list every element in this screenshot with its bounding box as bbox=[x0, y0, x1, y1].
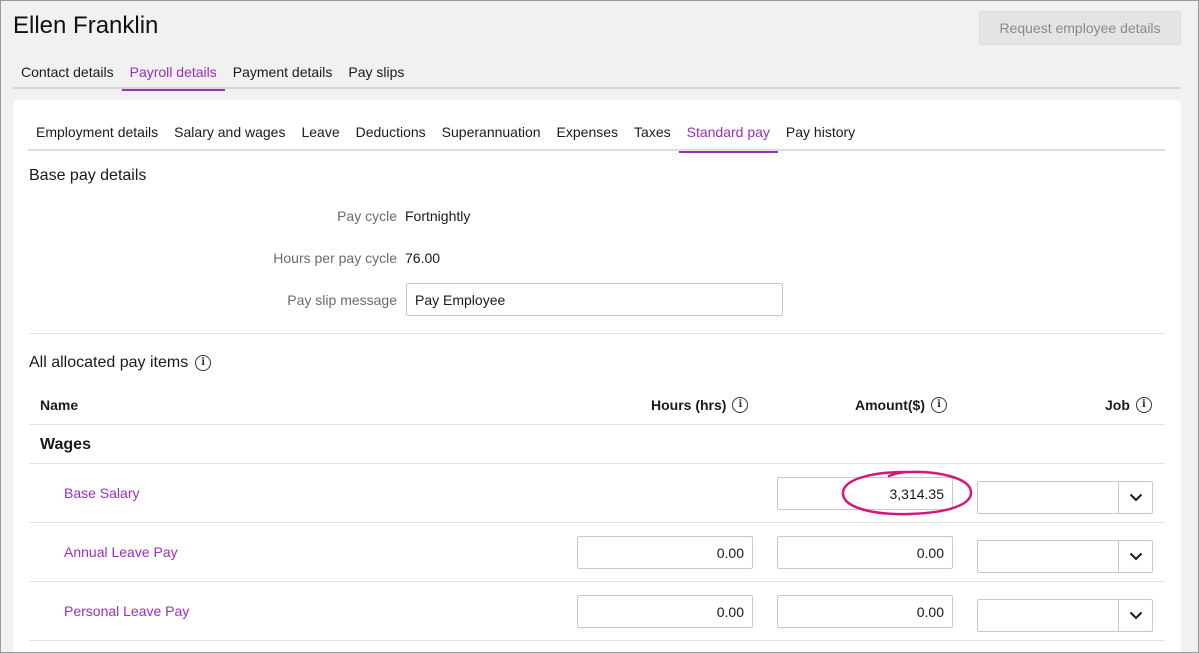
request-employee-details-button[interactable]: Request employee details bbox=[979, 11, 1181, 45]
tab-expenses[interactable]: Expenses bbox=[549, 116, 626, 151]
pay-item-annual-leave-pay[interactable]: Annual Leave Pay bbox=[64, 544, 178, 560]
info-icon[interactable]: i bbox=[1135, 397, 1152, 413]
info-icon[interactable]: i bbox=[931, 397, 947, 413]
column-name-label: Name bbox=[40, 397, 79, 413]
column-name: Name bbox=[40, 397, 78, 413]
pay-cycle-value: Fortnightly bbox=[405, 208, 471, 224]
hours-per-pay-cycle-label: Hours per pay cycle bbox=[273, 250, 397, 266]
column-job-label: Job bbox=[1105, 397, 1130, 413]
tab-superannuation[interactable]: Superannuation bbox=[434, 116, 549, 151]
row-divider bbox=[29, 522, 1165, 523]
tab-leave[interactable]: Leave bbox=[293, 116, 347, 151]
pay-item-personal-leave-pay[interactable]: Personal Leave Pay bbox=[64, 603, 189, 619]
chevron-down-icon[interactable] bbox=[1118, 482, 1152, 513]
tab-payment-details[interactable]: Payment details bbox=[225, 56, 341, 89]
pay-items-title-text: All allocated pay items bbox=[29, 354, 189, 371]
tab-contact-details[interactable]: Contact details bbox=[13, 56, 122, 89]
chevron-down-icon[interactable] bbox=[1118, 541, 1152, 572]
job-select-base-salary[interactable] bbox=[977, 481, 1153, 514]
table-header-divider bbox=[29, 424, 1165, 425]
pay-item-base-salary[interactable]: Base Salary bbox=[64, 485, 139, 501]
tab-payroll-details[interactable]: Payroll details bbox=[121, 56, 225, 91]
group-wages: Wages bbox=[40, 436, 91, 453]
amount-input-annual-leave-pay[interactable]: 0.00 bbox=[777, 536, 953, 569]
amount-input-base-salary[interactable]: 3,314.35 bbox=[777, 477, 953, 510]
tab-taxes[interactable]: Taxes bbox=[626, 116, 679, 151]
section-divider bbox=[29, 333, 1165, 334]
column-hours-label: Hours (hrs) bbox=[651, 397, 727, 413]
column-job: Job i bbox=[1105, 397, 1152, 413]
employee-name: Ellen Franklin bbox=[13, 12, 159, 39]
amount-input-personal-leave-pay[interactable]: 0.00 bbox=[777, 595, 953, 628]
payroll-sub-tabs: Employment details Salary and wages Leav… bbox=[28, 116, 1165, 153]
tab-deductions[interactable]: Deductions bbox=[348, 116, 434, 151]
row-divider bbox=[29, 640, 1165, 641]
tab-employment-details[interactable]: Employment details bbox=[28, 116, 166, 151]
info-icon[interactable]: i bbox=[195, 355, 212, 371]
tab-salary-and-wages[interactable]: Salary and wages bbox=[166, 116, 293, 151]
chevron-down-icon[interactable] bbox=[1118, 600, 1152, 631]
column-amount-label: Amount($) bbox=[855, 397, 925, 413]
pay-cycle-label: Pay cycle bbox=[337, 208, 397, 224]
pay-slip-message-label: Pay slip message bbox=[287, 292, 397, 308]
row-divider bbox=[29, 463, 1165, 464]
pay-slip-message-input[interactable]: Pay Employee bbox=[406, 283, 783, 316]
info-icon[interactable]: i bbox=[732, 397, 749, 413]
tab-pay-history[interactable]: Pay history bbox=[778, 116, 863, 151]
hours-input-annual-leave-pay[interactable]: 0.00 bbox=[577, 536, 753, 569]
tab-standard-pay[interactable]: Standard pay bbox=[678, 116, 779, 153]
base-pay-title: Base pay details bbox=[29, 167, 147, 184]
row-divider bbox=[29, 581, 1165, 582]
top-tabs: Contact details Payroll details Payment … bbox=[13, 56, 1181, 91]
hours-input-personal-leave-pay[interactable]: 0.00 bbox=[577, 595, 753, 628]
job-select-personal-leave-pay[interactable] bbox=[977, 599, 1153, 632]
tab-pay-slips[interactable]: Pay slips bbox=[340, 56, 412, 89]
pay-items-title: All allocated pay items i bbox=[29, 354, 212, 372]
hours-per-pay-cycle-value: 76.00 bbox=[405, 250, 441, 266]
job-select-annual-leave-pay[interactable] bbox=[977, 540, 1153, 573]
column-amount: Amount($) i bbox=[855, 397, 947, 413]
column-hours: Hours (hrs) i bbox=[651, 397, 749, 413]
